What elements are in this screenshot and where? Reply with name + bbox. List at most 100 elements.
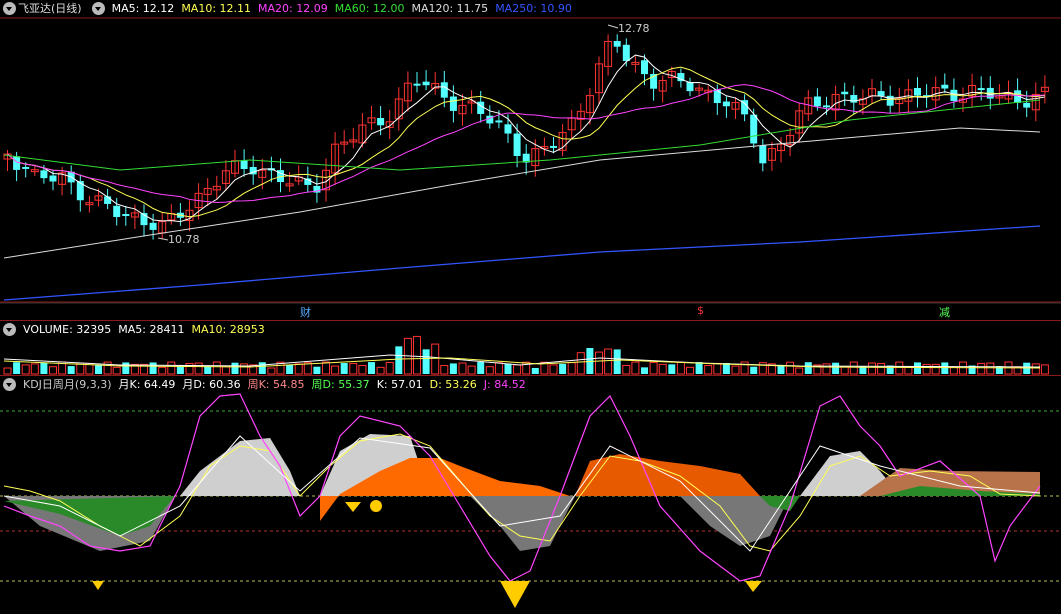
oversold-marker	[92, 581, 104, 590]
volume-bar-up	[112, 366, 121, 375]
ma5-line	[7, 54, 1045, 223]
kdj-chart[interactable]	[0, 376, 1061, 614]
kdj-header: KDJ日周月(9,3,3) 月K: 64.49 月D: 60.36 周K: 54…	[0, 376, 533, 392]
volume-bar-up	[904, 366, 913, 375]
down-triangle-icon	[345, 502, 361, 512]
volume-bar-down	[804, 362, 812, 374]
kdj-d: D: 53.26	[429, 377, 477, 391]
volume-bar-up	[595, 351, 603, 375]
candle-down	[713, 89, 721, 104]
volume-bar-up	[649, 361, 658, 375]
volume-bar-down	[449, 363, 457, 374]
chevron-down-icon[interactable]	[3, 377, 16, 391]
volume-bar-up	[931, 363, 940, 375]
volume-bar-up	[413, 335, 421, 375]
candle-down	[550, 145, 557, 148]
kdj-j: J: 84.52	[483, 377, 526, 391]
volume-bar-down	[95, 365, 102, 374]
candle-down	[240, 160, 248, 170]
volume-bar-down	[340, 363, 348, 374]
event-marker-dividend[interactable]: $	[697, 304, 704, 317]
volume-bar-up	[822, 363, 831, 375]
dollar-coin-icon	[370, 500, 382, 512]
volume-bar-up	[1031, 363, 1040, 375]
volume-bar-up	[567, 362, 576, 375]
candle-down	[122, 214, 130, 217]
kdj-week-d: 周D: 55.37	[311, 378, 370, 391]
volume-bar-down	[13, 362, 21, 374]
volume-bar-up	[322, 361, 330, 375]
volume-bar-down	[40, 362, 48, 374]
volume-bar-up	[3, 367, 12, 375]
month-area-negative	[470, 496, 575, 551]
kdj-month-d: 月D: 60.36	[182, 378, 241, 391]
volume-ma10: MA10: 28953	[191, 322, 265, 336]
volume-bar-up	[686, 366, 694, 375]
candle-down	[513, 133, 521, 156]
volume-bar-up	[167, 361, 176, 375]
candle-down	[495, 120, 503, 123]
kdj-title: KDJ日周月(9,3,3)	[23, 378, 112, 391]
oversold-marker	[745, 581, 762, 592]
candlestick-chart[interactable]	[0, 0, 1061, 320]
volume-bar-up	[376, 366, 385, 375]
volume-bar-up	[713, 362, 722, 375]
candle-down	[977, 88, 985, 91]
volume-ma5: MA5: 28411	[118, 322, 185, 336]
kdj-k: K: 57.01	[376, 377, 423, 391]
month-area-positive	[180, 438, 300, 496]
candle-down	[49, 175, 57, 182]
volume-bar-up	[349, 362, 358, 375]
volume-bar-up	[513, 364, 522, 375]
volume-bar-down	[368, 362, 375, 374]
volume-bar-down	[914, 362, 921, 374]
volume-bar-up	[849, 361, 858, 375]
chevron-down-icon[interactable]	[3, 322, 16, 336]
candle-down	[686, 81, 694, 92]
volume-bar-up	[631, 361, 640, 375]
volume-bar-down	[832, 362, 840, 374]
volume-header: VOLUME: 32395 MA5: 28411 MA10: 28953	[0, 321, 272, 337]
volume-bar-down	[559, 363, 567, 374]
volume-pane[interactable]: VOLUME: 32395 MA5: 28411 MA10: 28953	[0, 321, 1061, 375]
candle-down	[413, 83, 421, 86]
price-pane[interactable]: 飞亚达(日线) MA5: 12.12 MA10: 12.11 MA20: 12.…	[0, 0, 1061, 320]
event-marker-reduce[interactable]: 减	[939, 304, 950, 320]
volume-bar-down	[258, 362, 266, 374]
volume-bar-up	[576, 352, 585, 375]
volume-value: VOLUME: 32395	[23, 322, 112, 336]
candle-down	[377, 118, 385, 126]
volume-bar-up	[877, 362, 886, 375]
candle-down	[823, 105, 830, 108]
event-marker-finance[interactable]: 财	[300, 304, 311, 320]
volume-bar-up	[986, 362, 995, 375]
candle-down	[941, 84, 949, 89]
candle-down	[13, 156, 21, 170]
volume-bar-down	[613, 349, 621, 374]
volume-bar-down	[313, 366, 321, 374]
candle-down	[622, 44, 630, 61]
volume-bar-up	[30, 363, 39, 375]
kdj-pane[interactable]: KDJ日周月(9,3,3) 月K: 64.49 月D: 60.36 周K: 54…	[0, 376, 1061, 614]
volume-bar-up	[658, 363, 667, 375]
volume-bar-up	[622, 364, 631, 375]
volume-bar-down	[668, 364, 676, 374]
volume-bar-down	[531, 367, 539, 374]
volume-bar-up	[922, 363, 931, 375]
volume-bar-down	[231, 362, 239, 374]
volume-bar-up	[731, 365, 740, 375]
volume-bar-down	[504, 363, 512, 374]
low-pointer	[157, 237, 169, 241]
volume-bar-up	[840, 366, 849, 375]
volume-bar-up	[431, 343, 440, 375]
volume-bar-up	[267, 367, 276, 375]
volume-bar-up	[1040, 364, 1049, 375]
volume-bar-up	[358, 364, 367, 375]
candle-down	[449, 96, 457, 111]
candle-down	[149, 222, 157, 230]
volume-bar-up	[221, 366, 230, 375]
volume-bar-down	[204, 366, 212, 374]
candle-down	[813, 96, 821, 107]
high-price-label: 12.78	[618, 22, 650, 35]
candle-down	[504, 124, 512, 134]
